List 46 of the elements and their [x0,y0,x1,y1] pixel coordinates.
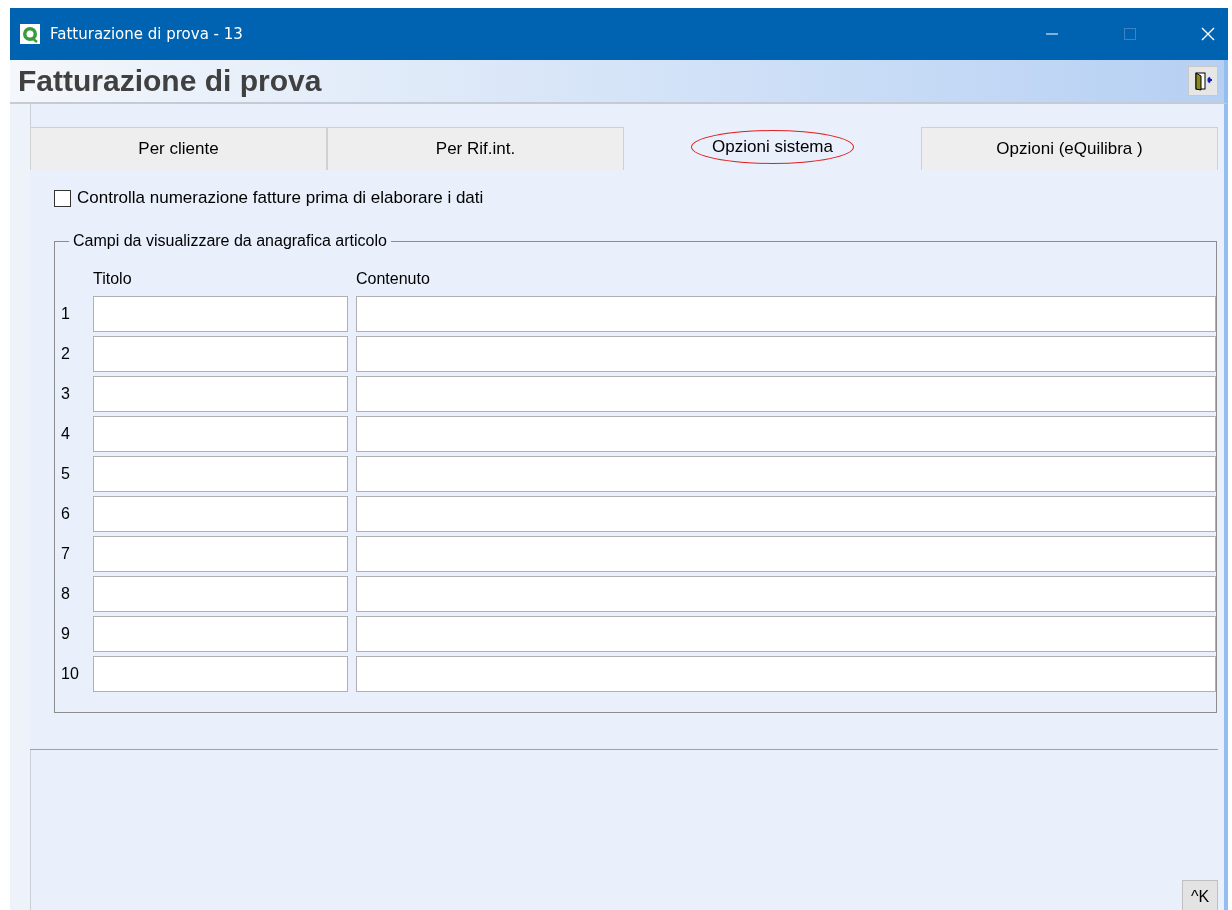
column-header: Contenuto [356,270,431,289]
tab[interactable]: Per Rif.int. [327,127,624,170]
content-input-field[interactable] [356,616,1216,652]
content-input-field[interactable] [356,656,1216,692]
checkbox-label: Controlla numerazione fatture prima di elaborare i dati [77,188,484,208]
content-input-field[interactable] [356,496,1216,532]
tab[interactable]: Per cliente [30,127,327,170]
checkbox[interactable] [54,189,71,207]
exit-button[interactable] [1188,66,1218,96]
app-logo-icon [20,24,40,44]
content-input-field[interactable] [356,336,1216,372]
shortcut-button[interactable]: ^K [1182,880,1218,910]
row-number: 9 [61,624,71,644]
content-input-field[interactable] [356,576,1216,612]
title-input-field[interactable] [93,616,348,652]
content-input-field[interactable] [356,456,1216,492]
window-title: Fatturazione di prova - 13 [50,25,243,43]
row-number: 8 [61,584,71,604]
tab[interactable]: Opzioni (eQuilibra ) [921,127,1218,170]
content-input-field[interactable] [356,416,1216,452]
door-exit-icon [1193,71,1213,91]
row-number: 10 [61,664,80,684]
title-input-field[interactable] [93,336,348,372]
title-input-field[interactable] [93,376,348,412]
row-number: 2 [61,344,71,364]
content-input-field[interactable] [356,296,1216,332]
title-input-field[interactable] [93,456,348,492]
row-number: 7 [61,544,71,564]
content-input-field[interactable] [356,376,1216,412]
title-input-field[interactable] [93,296,348,332]
row-number: 6 [61,504,71,524]
title-input-field[interactable] [93,496,348,532]
column-header: Titolo [93,270,133,289]
title-input-field[interactable] [93,536,348,572]
title-input-field[interactable] [93,416,348,452]
content-input-field[interactable] [356,536,1216,572]
row-number: 1 [61,304,71,324]
close-icon[interactable] [1200,26,1216,42]
row-number: 5 [61,464,71,484]
page-title: Fatturazione di prova [18,64,323,98]
row-number: 4 [61,424,71,444]
title-input-field[interactable] [93,656,348,692]
maximize-icon[interactable] [1122,26,1138,42]
row-number: 3 [61,384,71,404]
title-input-field[interactable] [93,576,348,612]
group-title: Campi da visualizzare da anagrafica articolo [72,232,388,250]
